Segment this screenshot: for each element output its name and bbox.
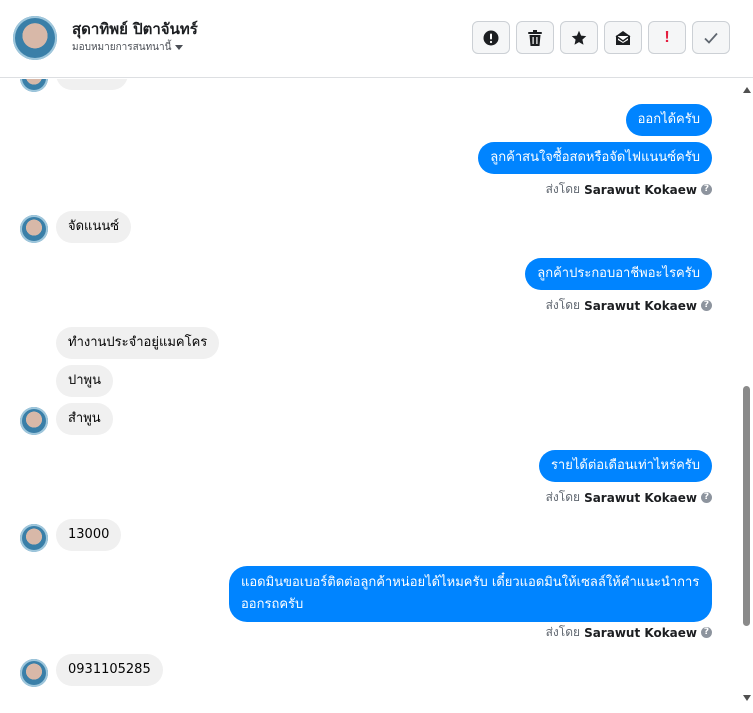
message-incoming[interactable]: 0931105285 <box>56 654 163 686</box>
message-incoming[interactable]: ปาพูน <box>56 365 114 397</box>
conversation-header: สุดาทิพย์ ปิตาจันทร์ มอบหมายการสนทนานี้ … <box>0 0 753 78</box>
message-incoming[interactable]: 13000 <box>56 519 122 551</box>
message-outgoing[interactable]: แอดมินขอเบอร์ติดต่อลูกค้าหน่อยได้ไหมครับ… <box>229 566 712 622</box>
contact-avatar[interactable] <box>13 16 57 60</box>
star-button[interactable] <box>560 21 598 54</box>
contact-avatar-small <box>20 215 48 243</box>
scroll-up-arrow-icon[interactable] <box>743 87 751 93</box>
scroll-down-arrow-icon[interactable] <box>743 695 751 701</box>
message-incoming[interactable]: ทำงานประจำอยู่แมคโคร <box>56 327 220 359</box>
sent-by-label: ส่งโดย Sarawut Kokaew? <box>546 180 712 199</box>
sent-by-prefix: ส่งโดย <box>545 182 581 196</box>
assign-label: มอบหมายการสนทนานี้ <box>72 42 172 53</box>
envelope-icon <box>615 30 631 45</box>
sent-by-label: ส่งโดย Sarawut Kokaew? <box>546 623 712 642</box>
mark-done-button[interactable] <box>692 21 730 54</box>
follow-up-button[interactable]: ! <box>648 21 686 54</box>
help-icon[interactable]: ? <box>701 184 712 195</box>
sender-name: Sarawut Kokaew <box>584 182 697 197</box>
caret-down-icon <box>175 44 184 50</box>
sender-name: Sarawut Kokaew <box>584 625 697 640</box>
spam-button[interactable] <box>472 21 510 54</box>
message-outgoing[interactable]: ออกได้ครับ <box>625 104 712 136</box>
checkmark-icon <box>704 32 718 44</box>
message-thread[interactable]: ออกได้ครับ ลูกค้าสนใจซื้อสดหรือจัดไฟแนนซ… <box>0 79 740 713</box>
conversation-toolbar: ! <box>472 21 730 54</box>
delete-button[interactable] <box>516 21 554 54</box>
star-icon <box>571 30 587 45</box>
contact-avatar-small <box>20 659 48 687</box>
exclamation-icon: ! <box>664 28 670 46</box>
sent-by-prefix: ส่งโดย <box>545 625 581 639</box>
scrollbar-thumb[interactable] <box>743 386 750 626</box>
sender-name: Sarawut Kokaew <box>584 490 697 505</box>
sender-name: Sarawut Kokaew <box>584 298 697 313</box>
sent-by-label: ส่งโดย Sarawut Kokaew? <box>546 488 712 507</box>
sent-by-prefix: ส่งโดย <box>545 490 581 504</box>
message-outgoing[interactable]: รายได้ต่อเดือนเท่าไหร่ครับ <box>538 450 712 482</box>
contact-avatar-small <box>20 79 48 92</box>
contact-avatar-small <box>20 407 48 435</box>
message-outgoing[interactable]: ลูกค้าสนใจซื้อสดหรือจัดไฟแนนซ์ครับ <box>478 142 712 174</box>
help-icon[interactable]: ? <box>701 627 712 638</box>
thread-scrollbar[interactable] <box>740 79 753 713</box>
contact-avatar-small <box>20 524 48 552</box>
assign-conversation-dropdown[interactable]: มอบหมายการสนทนานี้ <box>72 40 184 55</box>
message-incoming[interactable] <box>56 79 128 90</box>
trash-icon <box>528 29 542 46</box>
mark-unread-button[interactable] <box>604 21 642 54</box>
message-incoming[interactable]: จัดแนนซ์ <box>56 211 132 243</box>
contact-name[interactable]: สุดาทิพย์ ปิตาจันทร์ <box>72 17 198 41</box>
message-outgoing[interactable]: ลูกค้าประกอบอาชีพอะไรครับ <box>525 258 712 290</box>
help-icon[interactable]: ? <box>701 492 712 503</box>
message-incoming[interactable]: สำพูน <box>56 403 113 435</box>
sent-by-label: ส่งโดย Sarawut Kokaew? <box>546 296 712 315</box>
help-icon[interactable]: ? <box>701 300 712 311</box>
alert-circle-icon <box>483 30 499 45</box>
sent-by-prefix: ส่งโดย <box>545 298 581 312</box>
